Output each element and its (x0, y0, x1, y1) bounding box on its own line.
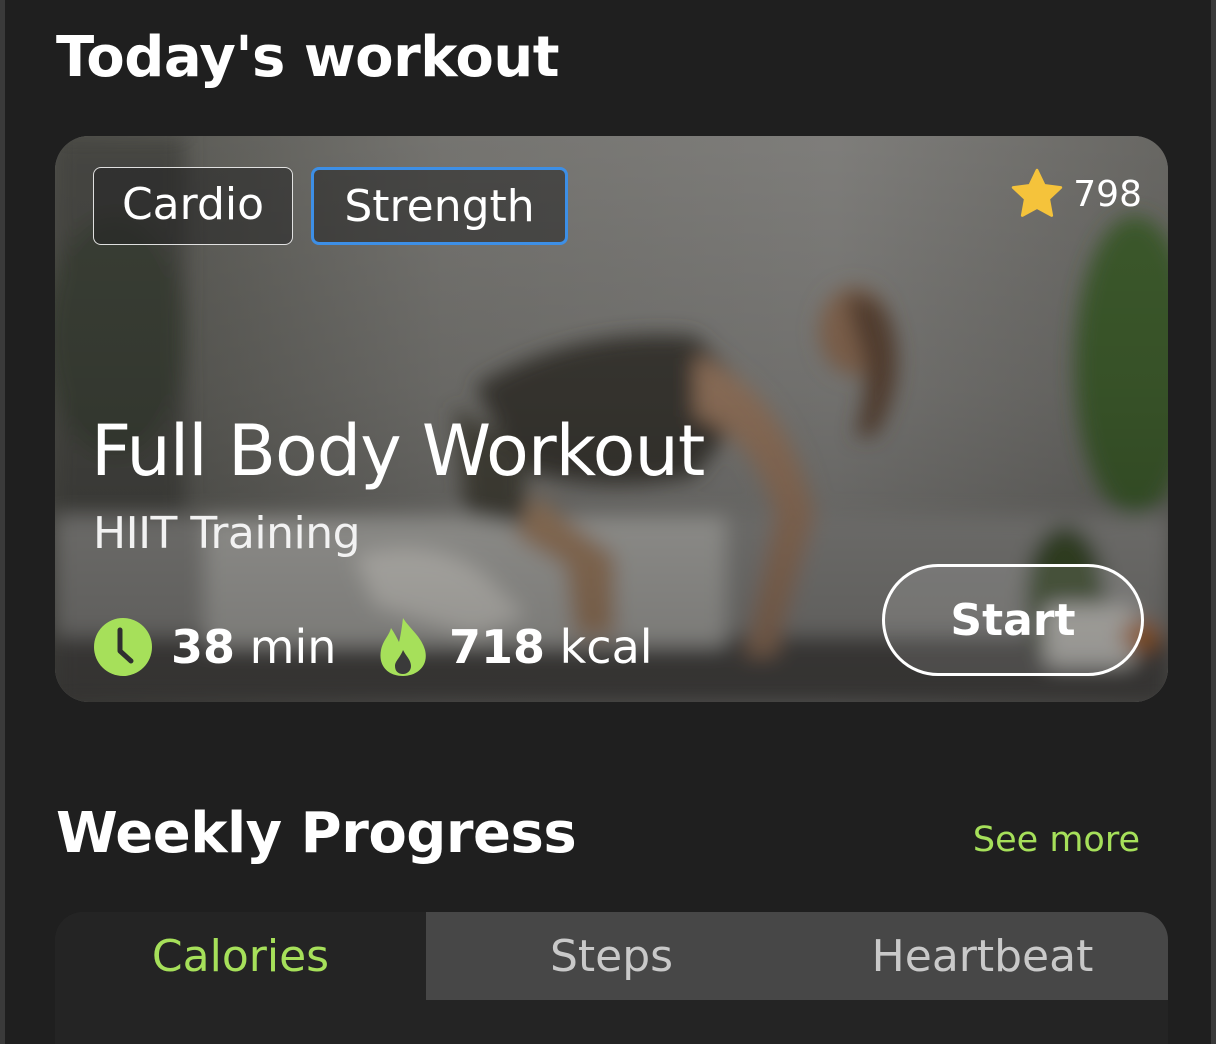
calories-unit: kcal (559, 620, 653, 674)
calories-stat: 718 kcal (375, 612, 653, 682)
workout-title: Full Body Workout (91, 410, 705, 492)
duration-value: 38 (171, 620, 236, 674)
flame-icon (380, 618, 426, 676)
right-frame-edge (1211, 0, 1216, 1044)
workout-subtitle: HIIT Training (93, 508, 361, 559)
see-more-link[interactable]: See more (973, 820, 1140, 860)
tab-steps[interactable]: Steps (426, 912, 797, 1000)
tag-cardio[interactable]: Cardio (93, 167, 293, 245)
progress-tab-bar: Calories Steps Heartbeat (55, 912, 1168, 1000)
duration-stat: 38 min (93, 612, 336, 682)
left-frame-edge (0, 0, 5, 1044)
start-button[interactable]: Start (882, 564, 1144, 676)
star-icon (1012, 168, 1063, 217)
calories-value: 718 (449, 620, 546, 674)
tab-calories[interactable]: Calories (55, 912, 426, 1000)
progress-tabs-panel: Calories Steps Heartbeat (55, 912, 1168, 1044)
workout-card[interactable]: Cardio Strength 798 Full Body Workout HI… (55, 136, 1168, 702)
rating-value: 798 (1073, 173, 1142, 215)
tab-heartbeat[interactable]: Heartbeat (797, 912, 1168, 1000)
clock-icon (94, 618, 152, 676)
todays-workout-heading: Today's workout (56, 25, 560, 90)
weekly-progress-heading: Weekly Progress (56, 801, 577, 866)
rating: 798 (1009, 166, 1142, 222)
duration-unit: min (249, 620, 337, 674)
tag-strength[interactable]: Strength (311, 167, 568, 245)
